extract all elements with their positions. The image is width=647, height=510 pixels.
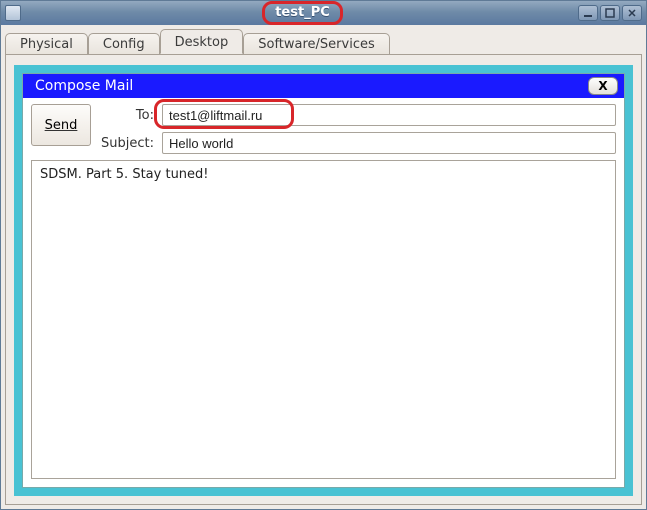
minimize-button[interactable] bbox=[578, 5, 598, 21]
tab-physical[interactable]: Physical bbox=[5, 33, 88, 55]
compose-header: Send To: Subject: bbox=[23, 98, 624, 154]
to-row: To: bbox=[99, 104, 616, 126]
maximize-button[interactable] bbox=[600, 5, 620, 21]
tab-config[interactable]: Config bbox=[88, 33, 160, 55]
app-icon bbox=[5, 5, 21, 21]
subject-row: Subject: bbox=[99, 132, 616, 154]
to-input[interactable] bbox=[162, 104, 616, 126]
window-title-text: test_PC bbox=[262, 1, 343, 25]
tabstrip: Physical Config Desktop Software/Service… bbox=[1, 25, 646, 54]
send-button[interactable]: Send bbox=[31, 104, 91, 146]
close-button[interactable] bbox=[622, 5, 642, 21]
compose-titlebar[interactable]: Compose Mail X bbox=[23, 74, 624, 98]
window-titlebar[interactable]: test_PC bbox=[1, 1, 646, 25]
tab-panel-desktop: Compose Mail X Send To: bbox=[5, 54, 642, 505]
subject-label: Subject: bbox=[99, 136, 154, 151]
send-button-label: Send bbox=[45, 118, 78, 133]
compose-fields: To: Subject: bbox=[99, 104, 616, 154]
compose-close-button[interactable]: X bbox=[588, 77, 618, 95]
client-area: Physical Config Desktop Software/Service… bbox=[1, 25, 646, 509]
window-title: test_PC bbox=[27, 1, 578, 25]
subject-input[interactable] bbox=[162, 132, 616, 154]
tab-software-services[interactable]: Software/Services bbox=[243, 33, 390, 55]
window-controls bbox=[578, 5, 642, 21]
compose-title-text: Compose Mail bbox=[35, 78, 588, 94]
compose-mail-window: Compose Mail X Send To: bbox=[22, 73, 625, 488]
to-label: To: bbox=[99, 108, 154, 123]
message-body[interactable]: SDSM. Part 5. Stay tuned! bbox=[31, 160, 616, 479]
application-window: test_PC Physical Config Desktop Software… bbox=[0, 0, 647, 510]
desktop-frame: Compose Mail X Send To: bbox=[14, 65, 633, 496]
tab-desktop[interactable]: Desktop bbox=[160, 29, 244, 54]
